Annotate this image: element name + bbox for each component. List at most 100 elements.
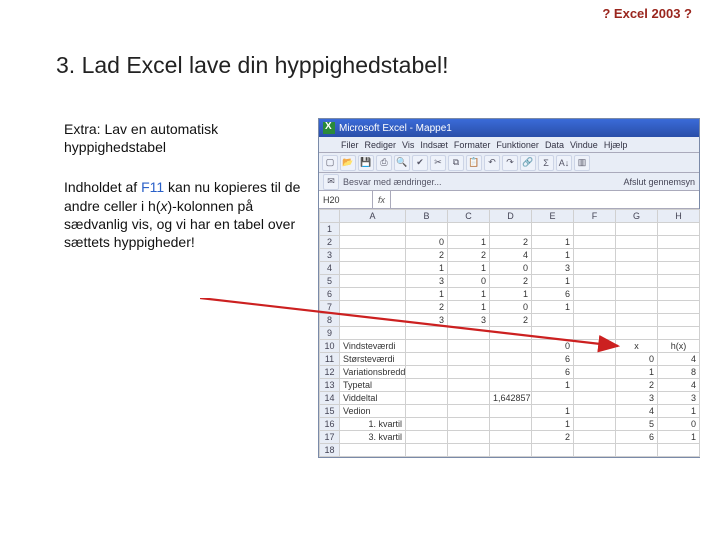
cell[interactable] <box>490 327 532 340</box>
cell[interactable] <box>616 223 658 236</box>
cell[interactable]: 2 <box>616 379 658 392</box>
cell[interactable]: 0 <box>532 340 574 353</box>
cell[interactable] <box>574 405 616 418</box>
cell[interactable] <box>490 405 532 418</box>
cell[interactable]: Vindsteværdi <box>340 340 406 353</box>
row-header[interactable]: 12 <box>320 366 340 379</box>
cell[interactable] <box>616 288 658 301</box>
cell[interactable] <box>574 444 616 457</box>
cell[interactable]: 2 <box>448 249 490 262</box>
cell[interactable]: 4 <box>658 379 700 392</box>
cell[interactable] <box>658 249 700 262</box>
cell[interactable]: 1 <box>532 301 574 314</box>
cell[interactable] <box>574 249 616 262</box>
cell[interactable]: 1 <box>532 405 574 418</box>
cell[interactable]: 6 <box>532 288 574 301</box>
cell[interactable] <box>406 366 448 379</box>
cell[interactable] <box>616 275 658 288</box>
menu-formater[interactable]: Formater <box>454 140 491 150</box>
cell[interactable]: 3 <box>406 275 448 288</box>
cell[interactable] <box>448 392 490 405</box>
cell[interactable] <box>340 301 406 314</box>
cell[interactable] <box>448 431 490 444</box>
cell[interactable] <box>532 314 574 327</box>
cell[interactable]: 0 <box>658 418 700 431</box>
cell[interactable] <box>574 301 616 314</box>
row-header[interactable]: 5 <box>320 275 340 288</box>
row-header[interactable]: 18 <box>320 444 340 457</box>
cell[interactable] <box>616 301 658 314</box>
cell[interactable]: 1 <box>532 379 574 392</box>
sum-icon[interactable]: Σ <box>538 155 554 171</box>
cell[interactable]: 5 <box>616 418 658 431</box>
cell[interactable] <box>616 249 658 262</box>
cell[interactable] <box>658 327 700 340</box>
cell[interactable]: 1 <box>658 431 700 444</box>
cell[interactable] <box>616 327 658 340</box>
row-header[interactable]: 17 <box>320 431 340 444</box>
cell[interactable] <box>340 275 406 288</box>
cell[interactable] <box>490 223 532 236</box>
cell[interactable]: 3 <box>532 262 574 275</box>
cell[interactable] <box>406 444 448 457</box>
cell[interactable] <box>490 353 532 366</box>
cell[interactable] <box>616 444 658 457</box>
row-header[interactable]: 11 <box>320 353 340 366</box>
menu-vindue[interactable]: Vindue <box>570 140 598 150</box>
cell[interactable]: 3 <box>658 392 700 405</box>
menu-vis[interactable]: Vis <box>402 140 414 150</box>
col-header[interactable]: E <box>532 210 574 223</box>
cell[interactable]: 4 <box>616 405 658 418</box>
cell[interactable] <box>532 444 574 457</box>
cell[interactable] <box>616 262 658 275</box>
cell[interactable]: 2 <box>406 249 448 262</box>
cell[interactable]: 3 <box>406 314 448 327</box>
cell[interactable] <box>448 405 490 418</box>
cell[interactable] <box>340 327 406 340</box>
cell[interactable] <box>574 379 616 392</box>
cell[interactable]: 1,642857 <box>490 392 532 405</box>
cell[interactable]: 1 <box>532 236 574 249</box>
row-header[interactable]: 16 <box>320 418 340 431</box>
cell[interactable] <box>490 444 532 457</box>
cell[interactable] <box>574 353 616 366</box>
cell[interactable] <box>658 444 700 457</box>
menu-indsaet[interactable]: Indsæt <box>420 140 448 150</box>
cell[interactable] <box>658 223 700 236</box>
header-link[interactable]: ? Excel 2003 ? <box>602 6 692 21</box>
row-header[interactable]: 2 <box>320 236 340 249</box>
row-header[interactable]: 6 <box>320 288 340 301</box>
toolbar-standard[interactable]: ▢ 📂 💾 ⎙ 🔍 ✔ ✂ ⧉ 📋 ↶ ↷ 🔗 Σ A↓ ▥ <box>319 153 699 173</box>
cell[interactable]: 2 <box>490 236 532 249</box>
undo-icon[interactable]: ↶ <box>484 155 500 171</box>
cell[interactable]: 4 <box>658 353 700 366</box>
cell[interactable] <box>574 418 616 431</box>
cell[interactable] <box>406 431 448 444</box>
col-header[interactable]: F <box>574 210 616 223</box>
cell[interactable] <box>340 249 406 262</box>
cell[interactable] <box>574 314 616 327</box>
cell[interactable] <box>658 288 700 301</box>
cell[interactable]: Størsteværdi <box>340 353 406 366</box>
cell[interactable]: Viddeltal <box>340 392 406 405</box>
cell[interactable] <box>616 314 658 327</box>
cell[interactable] <box>340 444 406 457</box>
row-header[interactable]: 14 <box>320 392 340 405</box>
col-header[interactable]: A <box>340 210 406 223</box>
cell[interactable]: 1 <box>448 288 490 301</box>
cell[interactable] <box>574 236 616 249</box>
row-header[interactable]: 7 <box>320 301 340 314</box>
formula-bar[interactable]: H20 fx <box>319 191 699 209</box>
cell[interactable]: 0 <box>616 353 658 366</box>
cell[interactable] <box>574 392 616 405</box>
sort-asc-icon[interactable]: A↓ <box>556 155 572 171</box>
menubar[interactable]: Filer Rediger Vis Indsæt Formater Funkti… <box>319 137 699 153</box>
cell[interactable]: 3. kvartil <box>340 431 406 444</box>
menu-funktioner[interactable]: Funktioner <box>496 140 539 150</box>
cell[interactable]: 1 <box>616 366 658 379</box>
cell[interactable]: 1 <box>448 301 490 314</box>
cell[interactable] <box>658 275 700 288</box>
cell[interactable]: 2 <box>490 314 532 327</box>
cell[interactable] <box>340 314 406 327</box>
review-close[interactable]: Afslut gennemsyn <box>623 177 695 187</box>
